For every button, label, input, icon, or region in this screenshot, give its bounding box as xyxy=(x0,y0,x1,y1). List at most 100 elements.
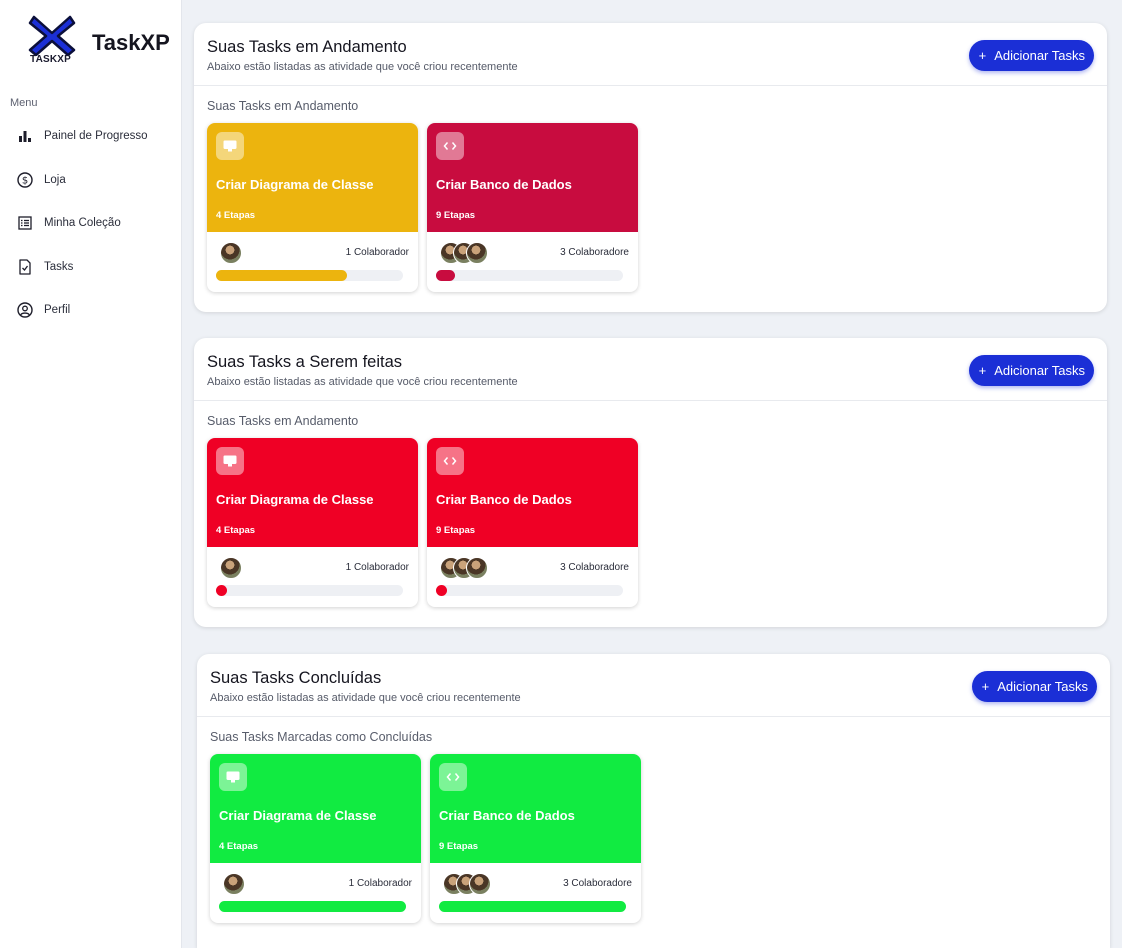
section-caption: Suas Tasks em Andamento xyxy=(207,414,359,428)
section-title: Suas Tasks Concluídas xyxy=(210,669,382,687)
sidebar-item-perfil[interactable]: Perfil xyxy=(16,299,176,321)
avatar xyxy=(466,557,488,579)
sidebar-item-label: Loja xyxy=(44,173,66,186)
task-card[interactable]: Criar Banco de Dados 9 Etapas 3 Colaborado… xyxy=(430,754,641,923)
add-tasks-button[interactable]: + Adicionar Tasks xyxy=(968,355,1094,386)
progress-bar xyxy=(219,901,406,912)
task-card-steps: 4 Etapas xyxy=(219,841,259,852)
section-subtitle: Abaixo estão listadas as atividade que v… xyxy=(207,61,518,73)
section-title: Suas Tasks em Andamento xyxy=(207,38,407,56)
sidebar-item-painel-de-progresso[interactable]: Painel de Progresso xyxy=(16,125,176,147)
task-card-header: Criar Diagrama de Classe 4 Etapas xyxy=(207,438,418,547)
task-card-title: Criar Diagrama de Classe xyxy=(216,492,374,507)
avatar xyxy=(466,242,488,264)
monitor-icon xyxy=(216,447,244,475)
collaborator-avatars xyxy=(220,242,242,264)
task-card[interactable]: Criar Diagrama de Classe 4 Etapas 1 Colabo… xyxy=(210,754,421,923)
task-card-title: Criar Banco de Dados xyxy=(436,492,572,507)
document-check-icon xyxy=(16,258,34,276)
progress-bar-fill xyxy=(439,901,626,912)
sidebar-item-minha-colecao[interactable]: Minha Coleção xyxy=(16,212,176,234)
task-card[interactable]: Criar Diagrama de Classe 4 Etapas 1 Colabo… xyxy=(207,123,418,292)
add-tasks-label: Adicionar Tasks xyxy=(994,363,1085,378)
collaborator-count: 3 Colaboradore xyxy=(563,878,632,889)
add-tasks-label: Adicionar Tasks xyxy=(997,679,1088,694)
task-card-steps: 4 Etapas xyxy=(216,525,256,536)
progress-bar-fill xyxy=(216,270,347,281)
collaborator-count: 3 Colaboradore xyxy=(560,562,629,573)
add-tasks-button[interactable]: + Adicionar Tasks xyxy=(971,671,1097,702)
section-header: Suas Tasks Concluídas Abaixo estão lista… xyxy=(197,654,1110,717)
task-card-header: Criar Banco de Dados 9 Etapas xyxy=(427,438,638,547)
code-icon xyxy=(436,447,464,475)
task-card-title: Criar Banco de Dados xyxy=(439,808,575,823)
section-tasks-a-serem-feitas: Suas Tasks a Serem feitas Abaixo estão l… xyxy=(194,338,1107,627)
progress-bar xyxy=(439,901,626,912)
avatar xyxy=(469,873,491,895)
task-card-list: Criar Diagrama de Classe 4 Etapas 1 Colabo… xyxy=(207,438,638,607)
monitor-icon xyxy=(216,132,244,160)
progress-bar-fill xyxy=(216,585,228,596)
task-card-steps: 9 Etapas xyxy=(436,525,476,536)
section-tasks-em-andamento: Suas Tasks em Andamento Abaixo estão lis… xyxy=(194,23,1107,312)
plus-icon: + xyxy=(978,48,987,63)
task-card-steps: 4 Etapas xyxy=(216,210,256,221)
progress-bar xyxy=(436,270,623,281)
bar-chart-icon xyxy=(16,127,34,145)
sidebar-item-label: Minha Coleção xyxy=(44,217,121,229)
progress-bar-fill xyxy=(436,585,448,596)
task-card-header: Criar Banco de Dados 9 Etapas xyxy=(427,123,638,232)
collaborator-count: 3 Colaboradore xyxy=(560,247,629,258)
section-subtitle: Abaixo estão listadas as atividade que v… xyxy=(207,376,518,388)
task-card[interactable]: Criar Diagrama de Classe 4 Etapas 1 Colabo… xyxy=(207,438,418,607)
section-tasks-concluidas: Suas Tasks Concluídas Abaixo estão lista… xyxy=(197,654,1110,948)
logo[interactable]: TASKXP xyxy=(28,14,80,70)
task-card-header: Criar Diagrama de Classe 4 Etapas xyxy=(210,754,421,863)
avatar xyxy=(220,242,242,264)
svg-text:$: $ xyxy=(22,175,28,186)
task-card-header: Criar Diagrama de Classe 4 Etapas xyxy=(207,123,418,232)
task-card-list: Criar Diagrama de Classe 4 Etapas 1 Colabo… xyxy=(210,754,641,923)
brand-title: TaskXP xyxy=(92,30,170,55)
section-subtitle: Abaixo estão listadas as atividade que v… xyxy=(210,692,521,704)
progress-bar xyxy=(216,585,403,596)
section-caption: Suas Tasks em Andamento xyxy=(207,99,359,113)
task-card[interactable]: Criar Banco de Dados 9 Etapas 3 Colaborado… xyxy=(427,438,638,607)
sidebar-item-label: Tasks xyxy=(44,260,74,273)
sidebar-item-tasks[interactable]: Tasks xyxy=(16,256,176,278)
collaborator-count: 1 Colaborador xyxy=(345,562,409,573)
progress-bar-fill xyxy=(219,901,406,912)
list-icon xyxy=(16,214,34,232)
code-icon xyxy=(439,763,467,791)
user-circle-icon xyxy=(16,301,34,319)
section-header: Suas Tasks a Serem feitas Abaixo estão l… xyxy=(194,338,1107,401)
monitor-icon xyxy=(219,763,247,791)
sidebar-nav: Painel de Progresso $ Loja Minha Coleção… xyxy=(16,125,176,343)
menu-label: Menu xyxy=(10,97,38,109)
progress-bar xyxy=(216,270,403,281)
task-card-steps: 9 Etapas xyxy=(439,841,479,852)
task-card-title: Criar Banco de Dados xyxy=(436,177,572,192)
task-card[interactable]: Criar Banco de Dados 9 Etapas 3 Colaborado… xyxy=(427,123,638,292)
collaborator-avatars xyxy=(223,873,245,895)
task-card-header: Criar Banco de Dados 9 Etapas xyxy=(430,754,641,863)
task-card-title: Criar Diagrama de Classe xyxy=(216,177,374,192)
section-caption: Suas Tasks Marcadas como Concluídas xyxy=(210,730,433,744)
section-header: Suas Tasks em Andamento Abaixo estão lis… xyxy=(194,23,1107,86)
avatar xyxy=(220,557,242,579)
plus-icon: + xyxy=(981,679,990,694)
logo-x-icon xyxy=(28,15,76,57)
add-tasks-button[interactable]: + Adicionar Tasks xyxy=(968,40,1094,71)
progress-bar xyxy=(436,585,623,596)
sidebar-item-label: Painel de Progresso xyxy=(44,130,148,142)
dollar-circle-icon: $ xyxy=(16,171,34,189)
collaborator-count: 1 Colaborador xyxy=(348,878,412,889)
collaborator-avatars xyxy=(440,242,488,264)
sidebar-item-label: Perfil xyxy=(44,304,71,316)
plus-icon: + xyxy=(978,363,987,378)
task-card-title: Criar Diagrama de Classe xyxy=(219,808,377,823)
logo-wordmark: TASKXP xyxy=(30,54,72,65)
progress-bar-fill xyxy=(436,270,455,281)
sidebar-item-loja[interactable]: $ Loja xyxy=(16,169,176,191)
avatar xyxy=(223,873,245,895)
